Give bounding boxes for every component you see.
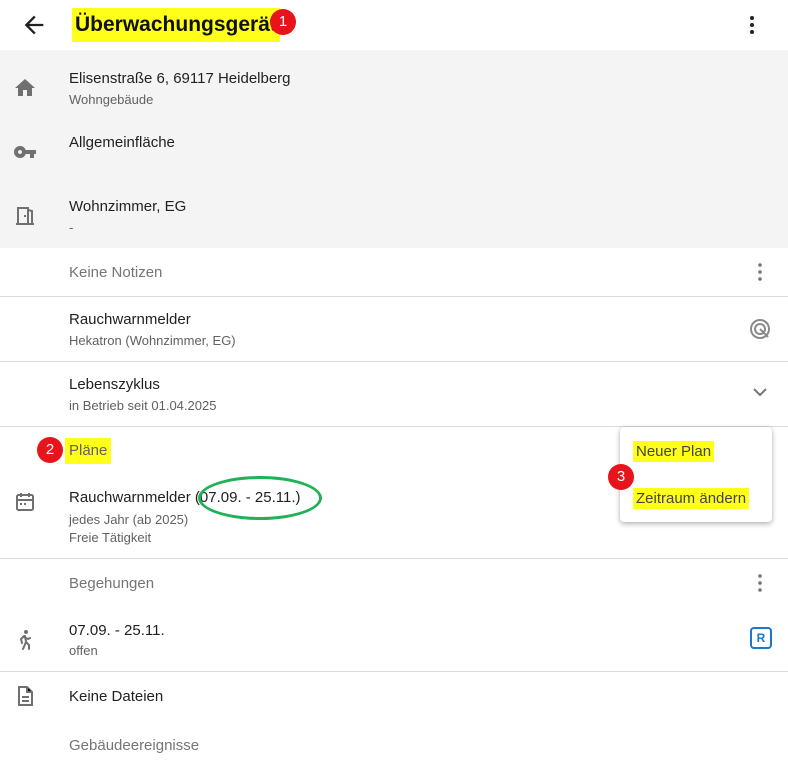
- key-icon: [13, 140, 37, 164]
- address: Elisenstraße 6, 69117 Heidelberg: [69, 70, 291, 87]
- file-icon: [13, 684, 37, 708]
- more-vert-icon: [758, 574, 762, 592]
- building-type: Wohngebäude: [69, 92, 154, 107]
- annotation-badge-2: 2: [37, 437, 63, 463]
- device-row[interactable]: Rauchwarnmelder Hekatron (Wohnzimmer, EG…: [0, 297, 788, 361]
- walking-person-icon: [13, 628, 37, 652]
- notes-label: Keine Notizen: [69, 264, 163, 281]
- calendar-icon: [13, 490, 37, 514]
- menu-item-new-plan[interactable]: Neuer Plan: [633, 441, 715, 462]
- lifecycle-label: Lebenszyklus: [69, 376, 160, 393]
- divider: [0, 671, 788, 672]
- location-block: Elisenstraße 6, 69117 Heidelberg Wohngeb…: [0, 50, 788, 248]
- inspection-row[interactable]: 07.09. - 25.11. offen: [0, 608, 788, 670]
- plans-section-label: Pläne: [65, 438, 112, 464]
- door-icon: [13, 204, 37, 228]
- plan-recurrence: jedes Jahr (ab 2025): [69, 512, 189, 527]
- annotation-badge-1: 1: [270, 9, 296, 35]
- events-label: Gebäudeereignisse: [69, 737, 200, 754]
- device-name: Rauchwarnmelder: [69, 311, 191, 328]
- arrow-left-icon: [24, 15, 44, 35]
- inspection-type-badge: R: [750, 627, 772, 649]
- room-sub: -: [69, 220, 74, 235]
- area-name: Allgemeinfläche: [69, 134, 175, 151]
- inspections-label: Begehungen: [69, 575, 155, 592]
- notes-more-button[interactable]: [748, 260, 772, 284]
- date-range-annotation-circle: [198, 476, 322, 520]
- plan-activity-type: Freie Tätigkeit: [69, 530, 152, 545]
- room-name: Wohnzimmer, EG: [69, 198, 187, 215]
- home-icon: [13, 76, 37, 100]
- inspections-more-button[interactable]: [748, 571, 772, 595]
- inspection-status: offen: [69, 643, 98, 658]
- annotation-badge-3: 3: [608, 464, 634, 490]
- page-title: Überwachungsgerät: [72, 8, 280, 42]
- menu-item-change-period[interactable]: Zeitraum ändern: [633, 488, 750, 509]
- more-menu-button[interactable]: [740, 12, 764, 38]
- top-app-bar: Überwachungsgerät 1: [0, 0, 788, 50]
- plan-name: Rauchwarnmelder: [69, 489, 191, 506]
- back-button[interactable]: [20, 11, 48, 39]
- lifecycle-row[interactable]: Lebenszyklus in Betrieb seit 01.04.2025: [0, 362, 788, 426]
- chevron-down-icon[interactable]: [748, 380, 772, 404]
- inspection-date-range: 07.09. - 25.11.: [69, 622, 165, 639]
- device-sub: Hekatron (Wohnzimmer, EG): [69, 333, 236, 348]
- plans-popup-menu: Neuer Plan Zeitraum ändern: [620, 427, 772, 522]
- more-vert-icon: [758, 263, 762, 281]
- target-icon[interactable]: [748, 317, 772, 341]
- divider: [0, 558, 788, 559]
- lifecycle-sub: in Betrieb seit 01.04.2025: [69, 398, 217, 413]
- files-label[interactable]: Keine Dateien: [69, 688, 163, 705]
- more-vert-icon: [750, 16, 754, 34]
